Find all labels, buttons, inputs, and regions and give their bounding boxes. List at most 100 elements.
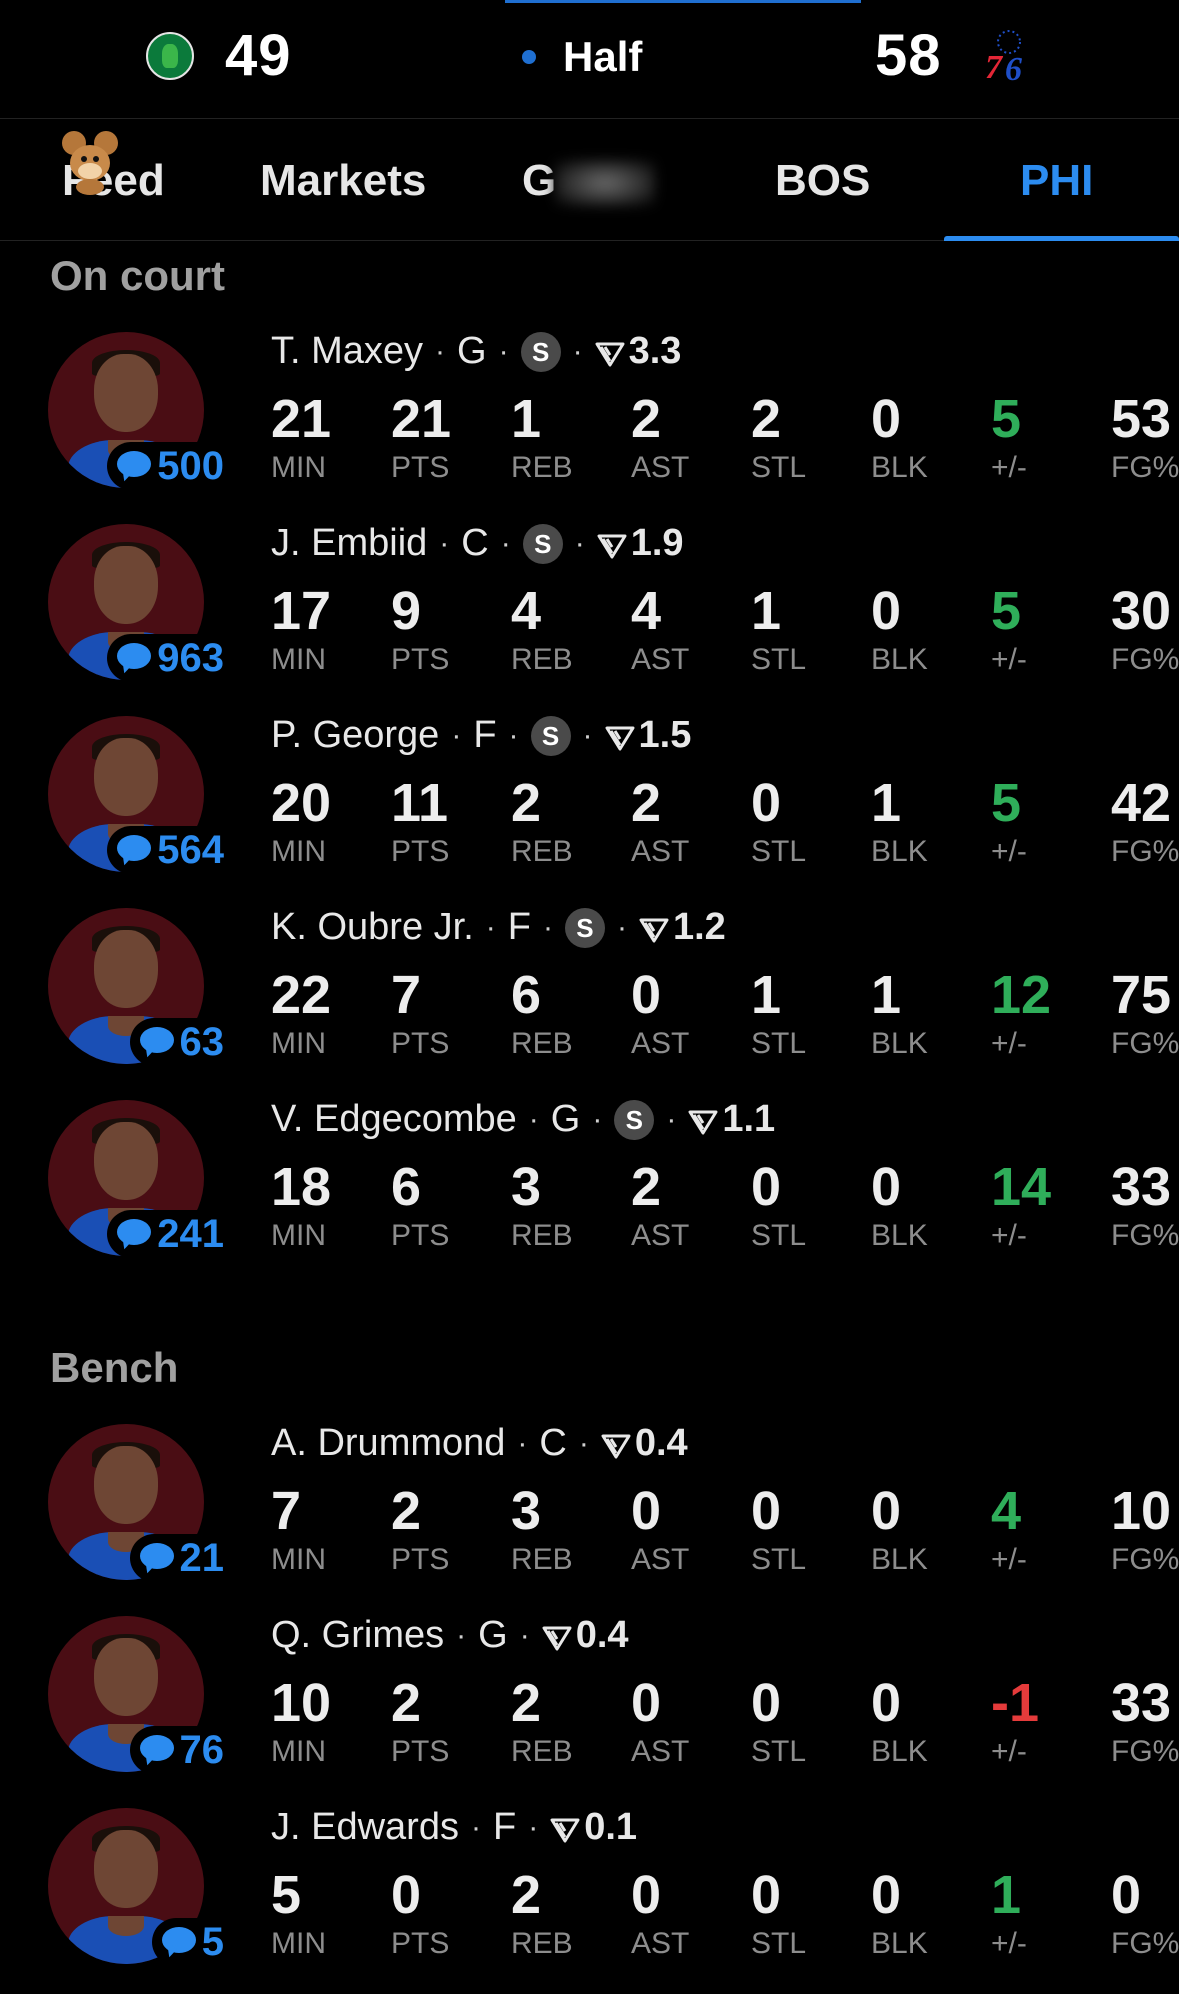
comments-badge[interactable]: 241 [107,1210,232,1258]
stat-min: 7 MIN [271,1480,326,1578]
stat-value: 0 [871,1673,902,1733]
player-row[interactable]: 963 J. Embiid · C · S · 1.9 17 MIN 9 PTS 4 REB 4 AST 1 ST… [0,518,1179,710]
stat-label: +/- [991,451,1027,484]
active-tab-indicator [944,236,1179,241]
stat-blk: 0 BLK [871,1156,928,1254]
stat-label: AST [631,1927,690,1960]
separator-dot: · [451,718,462,752]
stat-value: 2 [631,773,662,833]
player-position: C [539,1422,567,1464]
separator-dot: · [616,910,627,944]
separator-dot: · [435,334,446,368]
tab-phi[interactable]: PHI [1020,156,1093,206]
stat-min: 22 MIN [271,964,331,1062]
stat-pts: 6 PTS [391,1156,449,1254]
stat-label: +/- [991,1927,1027,1960]
tab-game[interactable]: G [522,156,556,206]
comments-badge[interactable]: 21 [129,1534,232,1582]
chat-bubble-icon [139,1027,174,1057]
stat-label: PTS [391,1543,450,1576]
stat-blk: 1 BLK [871,964,928,1062]
comments-badge[interactable]: 63 [129,1018,232,1066]
comments-badge[interactable]: 564 [107,826,232,874]
player-name[interactable]: Q. Grimes [271,1614,444,1657]
player-rating: 0.4 [634,1422,688,1464]
comments-badge[interactable]: 500 [107,442,232,490]
player-rating: 1.5 [638,714,692,756]
separator-dot: · [582,718,593,752]
separator-dot: · [572,334,583,368]
stat-value: 0 [631,1673,662,1733]
comments-badge[interactable]: 76 [129,1726,232,1774]
stat-label: FG% [1111,1219,1179,1252]
player-row[interactable]: 500 T. Maxey · G · S · 3.3 21 MIN 21 PTS 1 REB 2 AST 2 ST… [0,326,1179,518]
section-on-court: On court [50,252,225,299]
stat-value: 0 [871,1481,902,1541]
player-name[interactable]: K. Oubre Jr. [271,906,474,949]
stat-min: 18 MIN [271,1156,331,1254]
player-row[interactable]: 241 V. Edgecombe · G · S · 1.1 18 MIN 6 PTS 3 REB 2 AST… [0,1094,1179,1286]
stat-value: 0 [871,1865,902,1925]
stat-label: PTS [391,1027,450,1060]
player-name[interactable]: T. Maxey [271,330,423,373]
separator-dot: · [439,526,450,560]
separator-dot: · [528,1810,539,1844]
chat-bubble-icon [139,1543,174,1573]
stat-value: 17 [271,581,332,641]
stat-label: STL [751,835,807,868]
stat-stl: 0 STL [751,1480,806,1578]
chat-bubble-icon [117,835,152,865]
stat-value: 1 [751,965,782,1025]
player-name[interactable]: J. Embiid [271,522,427,565]
stat-plus-minus: 5 +/- [991,388,1027,486]
player-name[interactable]: A. Drummond [271,1422,505,1465]
player-name[interactable]: P. George [271,714,439,757]
stat-value: 1 [991,1865,1022,1925]
game-status: Half [563,33,643,80]
player-row[interactable]: 5 J. Edwards · F · 0.1 5 MIN 0 PTS 2 REB 0 AST 0 STL 0 BL… [0,1802,1179,1994]
stat-label: MIN [271,1027,326,1060]
funnel-rating-icon [550,1818,580,1842]
svg-text:7: 7 [985,49,1004,84]
stat-label: FG% [1111,1027,1179,1060]
stat-label: +/- [991,1219,1027,1252]
player-row[interactable]: 63 K. Oubre Jr. · F · S · 1.2 22 MIN 7 PTS 6 REB 0 AST 1… [0,902,1179,1094]
away-score: 49 [225,23,292,88]
stat-plus-minus: -1 +/- [991,1672,1039,1770]
cartoon-mouse-sticker-icon [62,131,118,195]
live-dot-icon [522,50,536,64]
player-name[interactable]: V. Edgecombe [271,1098,517,1141]
tab-markets[interactable]: Markets [260,156,426,206]
player-name[interactable]: J. Edwards [271,1806,459,1849]
player-row[interactable]: 76 Q. Grimes · G · 0.4 10 MIN 2 PTS 2 REB 0 AST 0 STL 0 B… [0,1610,1179,1802]
stat-value: 0 [391,1865,422,1925]
stat-label: AST [631,835,690,868]
stat-value: 33 [1111,1673,1172,1733]
stat-value: 12 [991,965,1052,1025]
stat-label: STL [751,643,807,676]
comments-badge[interactable]: 963 [107,634,232,682]
stat-blk: 0 BLK [871,1480,928,1578]
stat-label: PTS [391,643,450,676]
comments-badge[interactable]: 5 [151,1918,232,1966]
tab-bos[interactable]: BOS [775,156,870,206]
player-row[interactable]: 564 P. George · F · S · 1.5 20 MIN 11 PTS 2 REB 2 AST 0 S… [0,710,1179,902]
player-row[interactable]: 21 A. Drummond · C · 0.4 7 MIN 2 PTS 3 REB 0 AST 0 STL 0… [0,1418,1179,1610]
stat-label: BLK [871,1219,928,1252]
starter-badge: S [522,523,563,564]
stat-label: FG% [1111,835,1179,868]
stat-value: 0 [871,581,902,641]
stat-min: 5 MIN [271,1864,326,1962]
player-rating: 1.1 [722,1098,776,1140]
stat-label: BLK [871,835,928,868]
chat-bubble-icon [161,1927,196,1957]
svg-text:6: 6 [1005,51,1022,84]
stat-reb: 6 REB [511,964,573,1062]
separator-dot: · [517,1426,528,1460]
starter-badge: S [614,1099,655,1140]
stat-label: BLK [871,451,928,484]
separator-dot: · [542,910,553,944]
stat-pts: 11 PTS [391,772,449,870]
stat-reb: 1 REB [511,388,573,486]
stat-label: MIN [271,1927,326,1960]
